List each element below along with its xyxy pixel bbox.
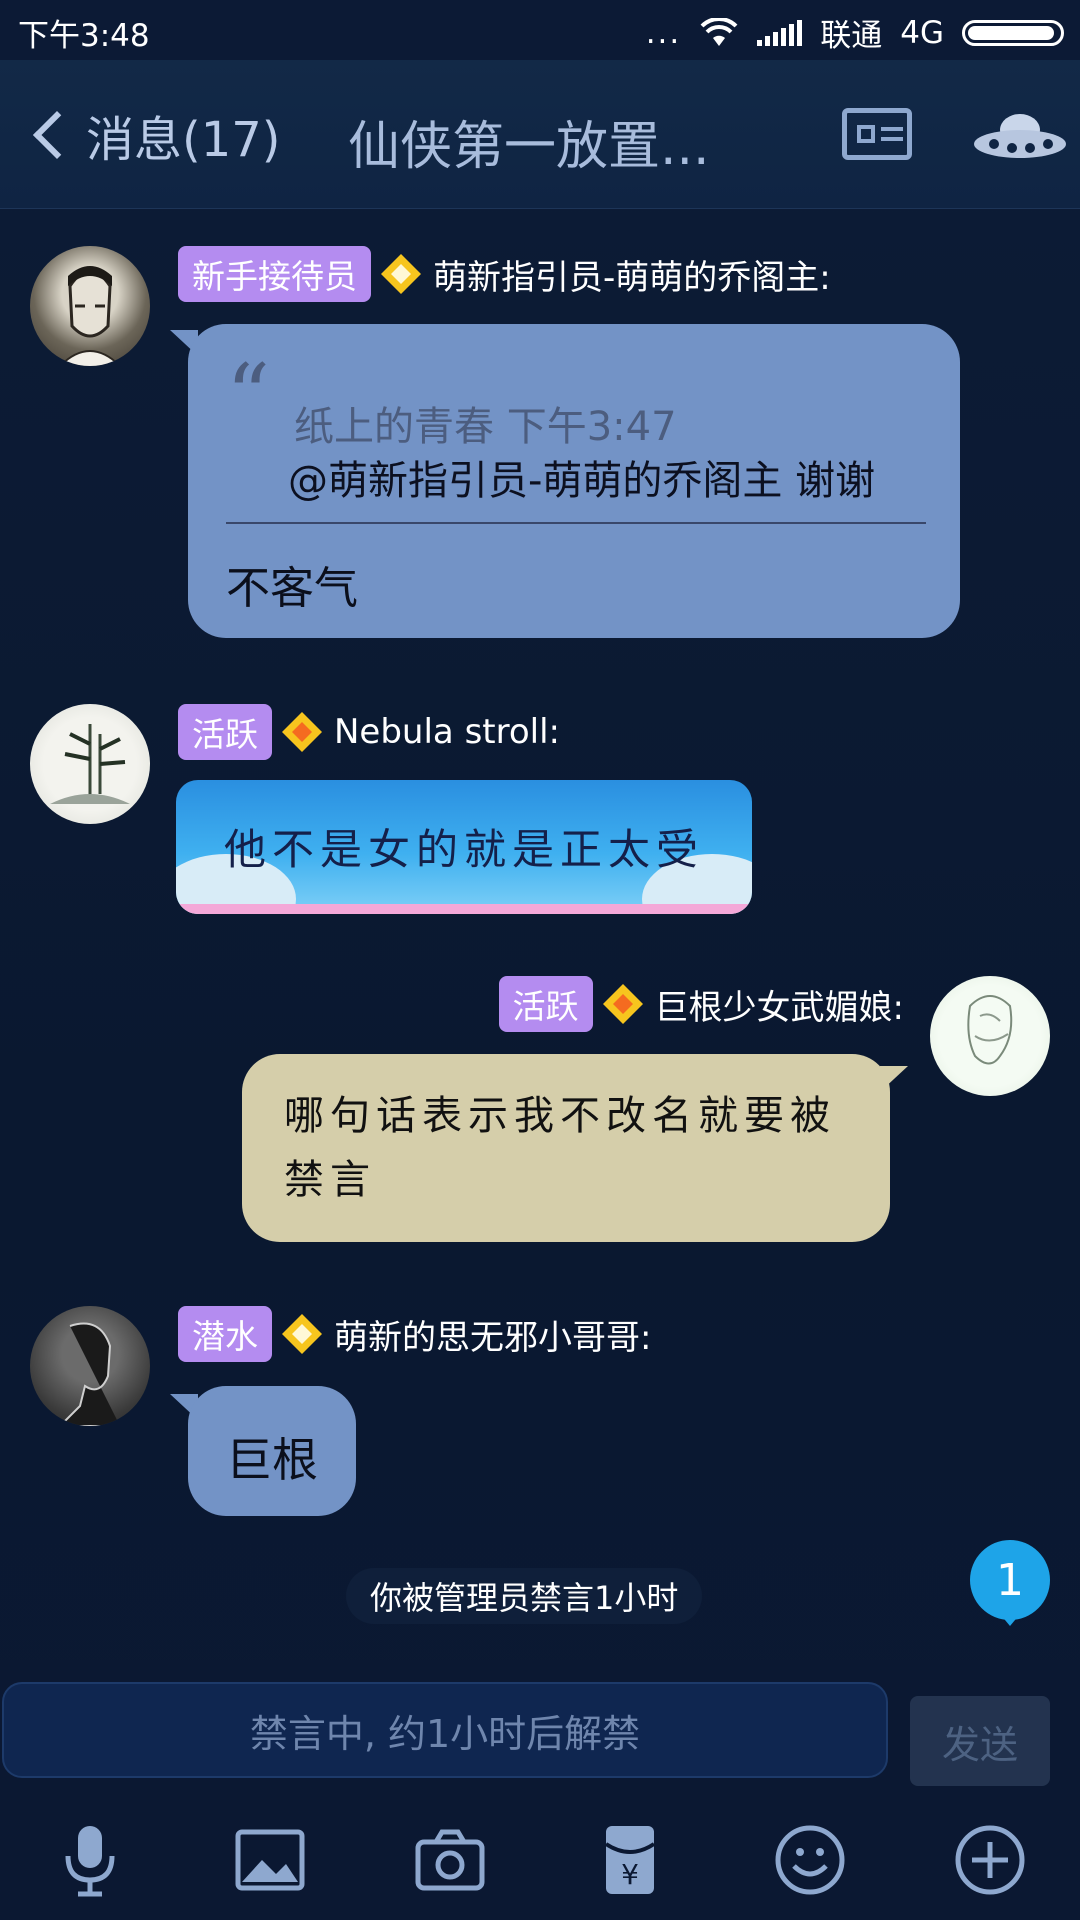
chevron-left-icon [32, 110, 82, 160]
network-label: 4G [900, 14, 944, 51]
quote-text: @萌新指引员-萌萌的乔阁主 谢谢 [288, 458, 876, 504]
sender-name: Nebula stroll: [334, 712, 560, 752]
red-packet-icon[interactable]: ¥ [590, 1820, 670, 1900]
status-time: 下午3:48 [18, 18, 150, 54]
svg-text:¥: ¥ [621, 1858, 639, 1891]
system-notice: 你被管理员禁言1小时 [346, 1568, 703, 1624]
message-meta: 活跃 巨根少女武媚娘: [498, 976, 904, 1032]
message-text: 哪句话表示我不改名就要被禁言 [284, 1093, 836, 1203]
avatar[interactable] [930, 976, 1050, 1096]
pink-glow-strip [176, 904, 752, 914]
message-bubble[interactable]: 他不是女的就是正太受 [176, 780, 752, 914]
back-button[interactable]: 消息(17) [28, 100, 281, 170]
chat-screen: 下午3:48 ... 联通 4G 消息(17) 仙侠第一放置... 新手接待员 … [0, 0, 1080, 1920]
avatar[interactable] [30, 704, 150, 824]
message-text: 他不是女的就是正太受 [224, 825, 705, 874]
star-diamond-icon [282, 712, 322, 752]
status-bar: 下午3:48 ... 联通 4G [0, 0, 1080, 60]
ufo-icon[interactable] [970, 108, 1070, 168]
microphone-icon[interactable] [50, 1820, 130, 1900]
camera-icon[interactable] [410, 1820, 490, 1900]
quote-author: 纸上的青春 下午3:47 [294, 404, 677, 450]
send-button[interactable]: 发送 [910, 1696, 1050, 1786]
avatar[interactable] [30, 1306, 150, 1426]
signal-icon [757, 19, 803, 46]
message-bubble[interactable]: 哪句话表示我不改名就要被禁言 [242, 1054, 890, 1242]
member-badge: 潜水 [178, 1306, 272, 1362]
quote-divider [226, 522, 926, 524]
message-text: 不客气 [226, 563, 358, 614]
message-meta: 活跃 Nebula stroll: [178, 704, 560, 760]
sender-name: 萌新指引员-萌萌的乔阁主: [433, 257, 831, 298]
message-bubble[interactable]: “ 纸上的青春 下午3:47 @萌新指引员-萌萌的乔阁主 谢谢 不客气 [188, 324, 960, 638]
sender-name: 萌新的思无邪小哥哥: [334, 1317, 652, 1358]
image-icon[interactable] [230, 1820, 310, 1900]
input-toolbar: ¥ [0, 1820, 1080, 1920]
profile-card-icon[interactable] [842, 108, 912, 160]
star-diamond-icon [381, 254, 421, 294]
unread-badge-tail [1000, 1614, 1020, 1626]
member-badge: 新手接待员 [178, 246, 371, 302]
status-right: ... 联通 4G [646, 10, 1064, 55]
unread-count-badge[interactable]: 1 [970, 1540, 1050, 1620]
quote-mark-icon: “ [226, 346, 270, 446]
message-meta: 新手接待员 萌新指引员-萌萌的乔阁主: [178, 246, 831, 302]
battery-icon [962, 19, 1064, 46]
message-text: 巨根 [226, 1433, 318, 1487]
nav-bar: 消息(17) 仙侠第一放置... [0, 60, 1080, 209]
message-input[interactable]: 禁言中, 约1小时后解禁 [2, 1682, 888, 1778]
avatar[interactable] [30, 246, 150, 366]
sender-name: 巨根少女武媚娘: [654, 987, 904, 1028]
member-badge: 活跃 [498, 976, 593, 1032]
group-title: 仙侠第一放置... [348, 117, 710, 177]
carrier-label: 联通 [820, 18, 883, 54]
star-diamond-icon [282, 1314, 322, 1354]
wifi-icon [700, 17, 738, 46]
message-meta: 潜水 萌新的思无邪小哥哥: [178, 1306, 651, 1362]
status-dots: ... [645, 14, 682, 51]
emoji-icon[interactable] [770, 1820, 850, 1900]
star-diamond-icon [602, 984, 643, 1024]
member-badge: 活跃 [178, 704, 272, 760]
message-bubble[interactable]: 巨根 [188, 1386, 356, 1516]
back-label: 消息(17) [86, 112, 281, 168]
plus-icon[interactable] [950, 1820, 1030, 1900]
input-area: 禁言中, 约1小时后解禁 发送 ¥ [0, 1660, 1080, 1920]
